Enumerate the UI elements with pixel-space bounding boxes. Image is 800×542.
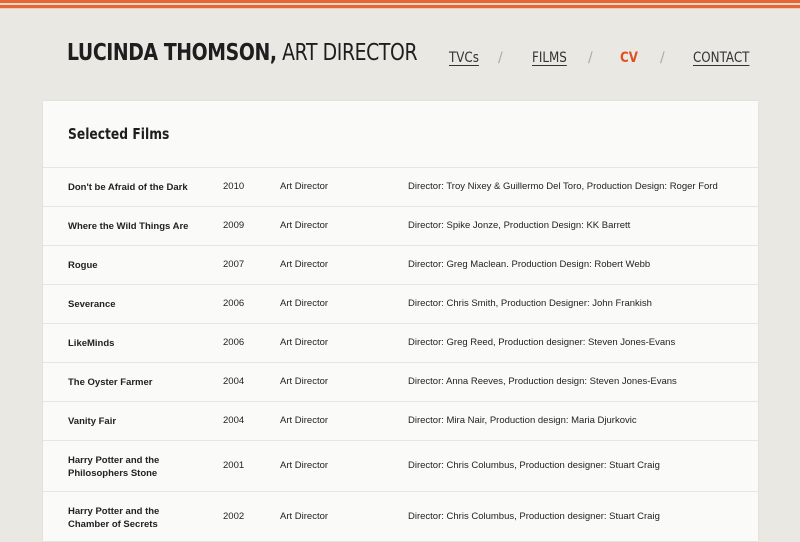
nav-separator: /: [660, 50, 665, 66]
films-table: Don't be Afraid of the Dark 2010 Art Direc…: [43, 167, 758, 542]
film-credits: Director: Greg Maclean. Production Desig…: [408, 259, 651, 270]
film-row: Where the Wild Things Are 2009 Art Directo…: [43, 206, 758, 245]
film-role: Art Director: [280, 181, 329, 192]
film-title: Severance: [68, 299, 116, 310]
film-role: Art Director: [280, 220, 329, 231]
nav-contact[interactable]: CONTACT: [693, 50, 749, 66]
nav-separator: /: [498, 50, 503, 66]
film-row: Harry Potter and the Chamber of Secrets 2…: [43, 491, 758, 542]
film-title: Harry Potter and the Chamber of Secrets: [68, 506, 160, 530]
film-row: Vanity Fair 2004 Art Director Director: Mir…: [43, 401, 758, 440]
film-title: Vanity Fair: [68, 416, 117, 427]
film-role: Art Director: [280, 376, 329, 387]
film-title: LikeMinds: [68, 338, 115, 349]
film-year: 2010: [223, 181, 245, 192]
film-row: Harry Potter and the Philosophers Stone 2…: [43, 440, 758, 491]
nav-tvcs[interactable]: TVCs: [449, 50, 479, 66]
film-title: Rogue: [68, 260, 98, 271]
film-credits: Director: Anna Reeves, Production design…: [408, 376, 677, 387]
film-role: Art Director: [280, 337, 329, 348]
film-credits: Director: Chris Columbus, Production des…: [408, 511, 660, 522]
film-row: The Oyster Farmer 2004 Art Director Directo…: [43, 362, 758, 401]
film-row: Rogue 2007 Art Director Director: Greg Macl…: [43, 245, 758, 284]
nav-films[interactable]: FILMS: [532, 50, 567, 66]
film-credits: Director: Spike Jonze, Production Design…: [408, 220, 631, 231]
film-role: Art Director: [280, 298, 329, 309]
section-title: Selected Films: [68, 125, 170, 143]
film-title: Don't be Afraid of the Dark: [68, 182, 188, 193]
film-title: Harry Potter and the Philosophers Stone: [68, 455, 160, 479]
film-year: 2004: [223, 415, 245, 426]
film-year: 2006: [223, 337, 245, 348]
film-credits: Director: Chris Smith, Production Design…: [408, 298, 652, 309]
film-year: 2009: [223, 220, 245, 231]
film-credits: Director: Mira Nair, Production design: …: [408, 415, 637, 426]
film-row: Don't be Afraid of the Dark 2010 Art Direc…: [43, 167, 758, 206]
film-role: Art Director: [280, 415, 329, 426]
film-year: 2002: [223, 511, 245, 522]
film-credits: Director: Troy Nixey & Guillermo Del Tor…: [408, 181, 718, 192]
film-year: 2004: [223, 376, 245, 387]
film-year: 2001: [223, 460, 245, 471]
film-role: Art Director: [280, 259, 329, 270]
film-year: 2006: [223, 298, 245, 309]
film-role: Art Director: [280, 511, 329, 522]
main-nav: TVCs / FILMS / CV / CONTACT: [0, 50, 800, 70]
nav-cv[interactable]: CV: [620, 50, 638, 66]
film-title: Where the Wild Things Are: [68, 221, 189, 232]
film-year: 2007: [223, 259, 245, 270]
film-row: Severance 2006 Art Director Director: Chris…: [43, 284, 758, 323]
film-credits: Director: Chris Columbus, Production des…: [408, 460, 660, 471]
film-row: LikeMinds 2006 Art Director Director: Greg …: [43, 323, 758, 362]
film-role: Art Director: [280, 460, 329, 471]
film-title: The Oyster Farmer: [68, 377, 153, 388]
top-stripes: [0, 0, 800, 12]
cv-panel: Selected Films Don't be Afraid of the Da…: [43, 101, 758, 541]
nav-separator: /: [588, 50, 593, 66]
film-credits: Director: Greg Reed, Production designer…: [408, 337, 676, 348]
